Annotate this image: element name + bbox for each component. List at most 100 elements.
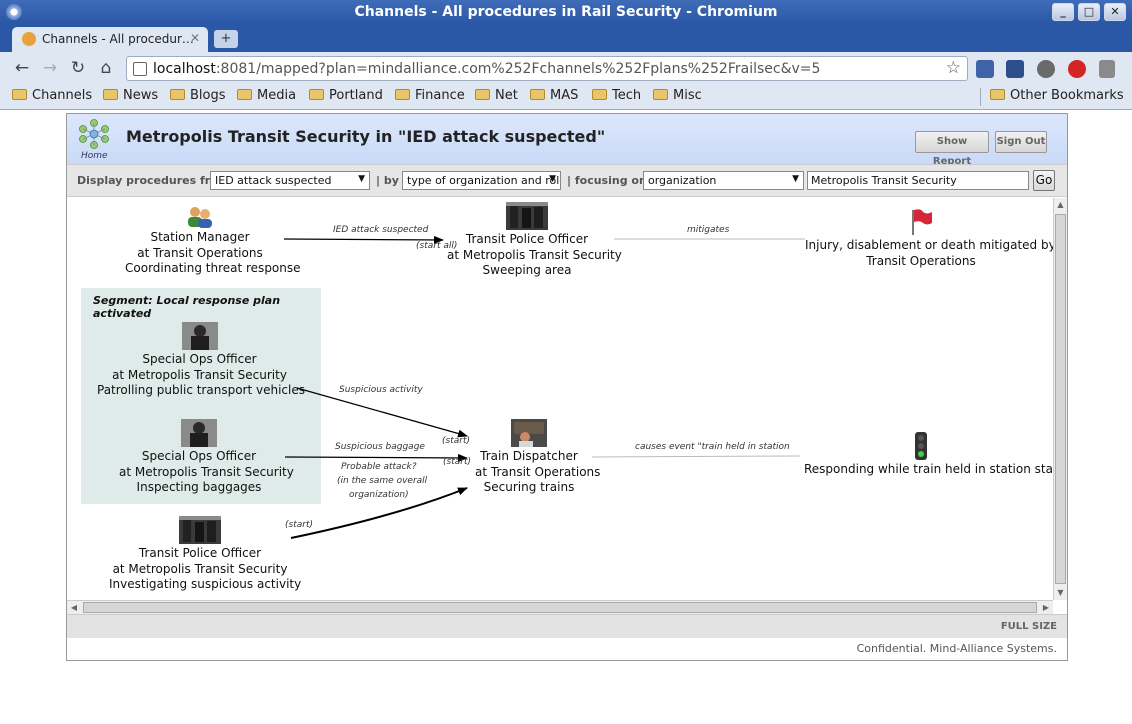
bookmark-star-icon[interactable]: ☆ bbox=[946, 58, 961, 78]
horizontal-scrollbar[interactable]: ◀ ▶ bbox=[67, 600, 1053, 614]
scroll-right-icon[interactable]: ▶ bbox=[1039, 601, 1053, 614]
edge-label-probable-attack: Probable attack? bbox=[341, 462, 417, 472]
bookmark-news[interactable]: News bbox=[103, 88, 158, 103]
folder-icon bbox=[309, 89, 324, 100]
page-icon bbox=[133, 62, 147, 76]
vertical-scroll-thumb[interactable] bbox=[1055, 214, 1066, 584]
minimize-button[interactable]: _ bbox=[1052, 3, 1074, 21]
bookmark-tech[interactable]: Tech bbox=[592, 88, 641, 103]
edge-label-mitigates: mitigates bbox=[687, 225, 730, 235]
edge-label-suspicious-activity: Suspicious activity bbox=[339, 385, 423, 395]
procedure-diagram: Segment: Local response plan activated I… bbox=[67, 198, 1053, 600]
wrench-icon[interactable] bbox=[1099, 60, 1115, 78]
node-station-manager[interactable]: Station Manager at Transit Operations Co… bbox=[125, 206, 301, 277]
folder-icon bbox=[170, 89, 185, 100]
node-special-ops-baggage[interactable]: Special Ops Officer at Metropolis Transi… bbox=[119, 419, 294, 496]
transit-police-photo-icon bbox=[506, 202, 548, 230]
bookmark-portland[interactable]: Portland bbox=[309, 88, 383, 103]
app-header: Home Metropolis Transit Security in "IED… bbox=[67, 114, 1067, 167]
folder-icon bbox=[237, 89, 252, 100]
puzzle-extension-icon[interactable] bbox=[1006, 60, 1024, 78]
by-label: | by bbox=[376, 174, 399, 187]
reload-icon[interactable]: ↻ bbox=[68, 58, 88, 78]
scroll-down-icon[interactable]: ▼ bbox=[1054, 586, 1067, 600]
node-train-held[interactable]: Responding while train held in station s… bbox=[804, 432, 1053, 478]
edge-label-probable-attack-line2: (in the same overall bbox=[337, 476, 428, 486]
close-window-button[interactable]: ✕ bbox=[1104, 3, 1126, 21]
mind-alliance-logo-icon[interactable] bbox=[77, 118, 111, 150]
node-transit-police-investigate[interactable]: Transit Police Officer at Metropolis Tra… bbox=[109, 516, 301, 593]
bookmark-other[interactable]: Other Bookmarks bbox=[990, 88, 1124, 103]
home-icon[interactable]: ⌂ bbox=[96, 58, 116, 78]
show-report-button[interactable]: Show Report bbox=[915, 131, 989, 167]
chevron-down-icon: ▼ bbox=[358, 174, 365, 184]
address-bar[interactable]: localhost:8081/mapped?plan=mindalliance.… bbox=[126, 56, 968, 81]
settings-extension-icon[interactable] bbox=[976, 60, 994, 78]
bookmark-net[interactable]: Net bbox=[475, 88, 518, 103]
folder-icon bbox=[653, 89, 668, 100]
special-ops-photo-icon bbox=[181, 322, 218, 350]
tab-strip: Channels - All procedur… ✕ + bbox=[0, 24, 1132, 52]
edge-suspicious-baggage[interactable] bbox=[284, 453, 468, 462]
scroll-left-icon[interactable]: ◀ bbox=[67, 601, 81, 614]
app-frame: Home Metropolis Transit Security in "IED… bbox=[66, 113, 1068, 661]
node-injury-outcome[interactable]: Injury, disablement or death mitigated b… bbox=[805, 208, 1053, 269]
folder-icon bbox=[530, 89, 545, 100]
horizontal-scroll-thumb[interactable] bbox=[83, 602, 1037, 613]
bookmark-misc[interactable]: Misc bbox=[653, 88, 702, 103]
special-ops-photo-icon bbox=[181, 419, 217, 447]
stop-extension-icon[interactable] bbox=[1068, 60, 1086, 78]
edge-label-causes-event: causes event "train held in station bbox=[635, 442, 790, 452]
bookmark-media[interactable]: Media bbox=[237, 88, 296, 103]
focus-select[interactable]: organization ▼ bbox=[643, 171, 804, 190]
segment-select[interactable]: IED attack suspected ▼ bbox=[210, 171, 370, 190]
bookmark-mas[interactable]: MAS bbox=[530, 88, 578, 103]
home-link[interactable]: Home bbox=[81, 151, 108, 161]
bug-extension-icon[interactable] bbox=[1037, 60, 1055, 78]
edge-suspicious-activity[interactable] bbox=[296, 387, 468, 438]
focus-label: | focusing on bbox=[567, 174, 647, 187]
chevron-down-icon: ▼ bbox=[792, 174, 799, 184]
folder-icon bbox=[990, 89, 1005, 100]
full-size-link[interactable]: FULL SIZE bbox=[1001, 621, 1057, 632]
scroll-up-icon[interactable]: ▲ bbox=[1054, 198, 1067, 212]
maximize-button[interactable]: □ bbox=[1078, 3, 1100, 21]
bookmarks-separator bbox=[980, 88, 981, 106]
node-train-dispatcher[interactable]: Train Dispatcher at Transit Operations S… bbox=[475, 419, 600, 496]
edge-label-start: (start) bbox=[442, 436, 470, 446]
bookmark-blogs[interactable]: Blogs bbox=[170, 88, 226, 103]
go-button[interactable]: Go bbox=[1033, 170, 1055, 191]
folder-icon bbox=[395, 89, 410, 100]
edge-label-probable-attack-line3: organization) bbox=[349, 490, 409, 500]
node-transit-police-sweep[interactable]: Transit Police Officer at Metropolis Tra… bbox=[447, 202, 622, 279]
chevron-down-icon: ▼ bbox=[549, 174, 556, 184]
red-flag-icon bbox=[912, 209, 932, 235]
forward-icon[interactable]: → bbox=[40, 58, 60, 78]
tab-close-icon[interactable]: ✕ bbox=[190, 31, 200, 45]
focus-text-input[interactable]: Metropolis Transit Security bbox=[807, 171, 1029, 190]
favicon-icon bbox=[22, 32, 36, 46]
bookmark-channels[interactable]: Channels bbox=[12, 88, 92, 103]
people-icon bbox=[188, 207, 212, 228]
node-special-ops-patrol[interactable]: Special Ops Officer at Metropolis Transi… bbox=[97, 322, 305, 399]
folder-icon bbox=[12, 89, 27, 100]
edge-causes-event[interactable] bbox=[591, 455, 801, 458]
edge-ied[interactable] bbox=[283, 235, 444, 244]
filter-bar: Display procedures from IED attack suspe… bbox=[67, 164, 1067, 197]
footer-text: Confidential. Mind-Alliance Systems. bbox=[856, 642, 1057, 655]
url-text: localhost:8081/mapped?plan=mindalliance.… bbox=[153, 61, 821, 77]
sign-out-button[interactable]: Sign Out bbox=[995, 131, 1047, 153]
vertical-scrollbar[interactable]: ▲ ▼ bbox=[1053, 198, 1067, 600]
grouping-select[interactable]: type of organization and role ▼ bbox=[402, 171, 561, 190]
window-titlebar: Channels - All procedures in Rail Securi… bbox=[0, 0, 1132, 24]
traffic-light-icon bbox=[915, 432, 927, 460]
tab-label: Channels - All procedur… bbox=[42, 32, 194, 46]
new-tab-button[interactable]: + bbox=[214, 30, 238, 48]
transit-police-photo-icon bbox=[179, 516, 221, 544]
back-icon[interactable]: ← bbox=[12, 58, 32, 78]
edge-label-ied: IED attack suspected bbox=[333, 225, 429, 235]
folder-icon bbox=[592, 89, 607, 100]
browser-tab[interactable]: Channels - All procedur… ✕ bbox=[12, 27, 208, 52]
bookmark-finance[interactable]: Finance bbox=[395, 88, 465, 103]
edge-label-suspicious-baggage: Suspicious baggage bbox=[335, 442, 425, 452]
